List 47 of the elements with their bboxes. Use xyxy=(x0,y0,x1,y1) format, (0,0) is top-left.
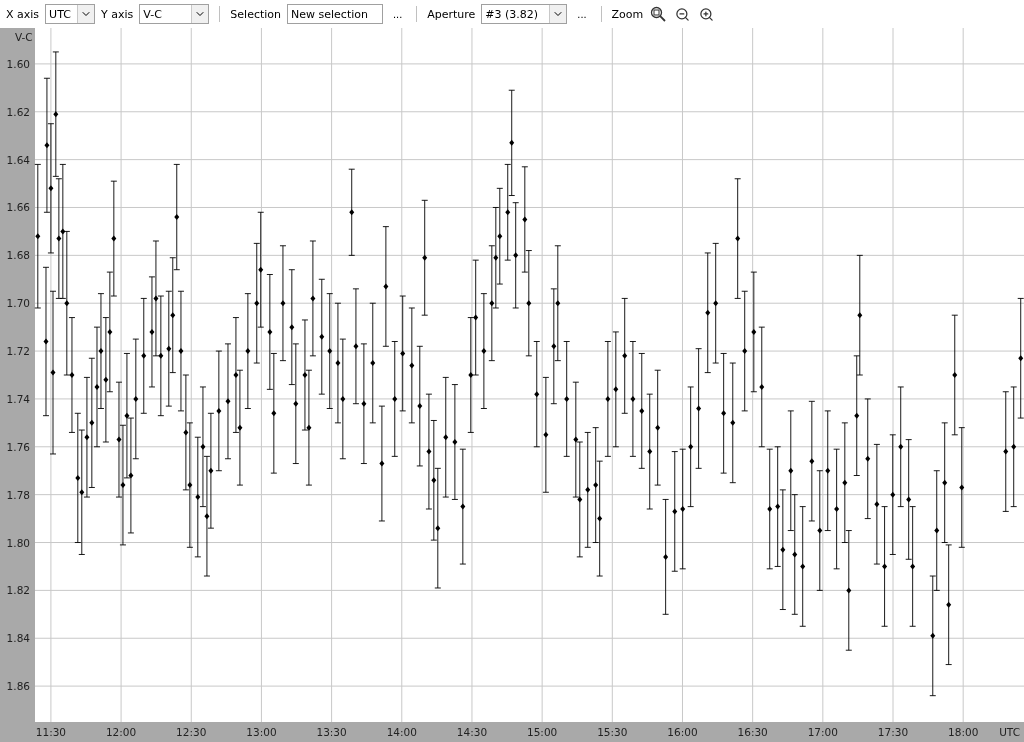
x-tick-label: 13:00 xyxy=(246,726,277,738)
y-axis-label: Y axis xyxy=(101,7,134,21)
x-tick-label: 18:00 xyxy=(948,726,979,738)
x-tick-label: 14:00 xyxy=(386,726,417,738)
y-tick-label: 1.78 xyxy=(6,488,30,501)
y-tick-label: 1.60 xyxy=(6,57,30,70)
selection-field[interactable]: New selection xyxy=(287,4,384,24)
x-tick-label: 16:00 xyxy=(667,726,698,738)
zoom-fit-icon xyxy=(650,6,667,22)
x-axis-title: UTC xyxy=(999,726,1020,738)
zoom-fit-button[interactable] xyxy=(649,5,668,23)
zoom-label: Zoom xyxy=(611,7,644,21)
y-tick-label: 1.66 xyxy=(6,201,30,214)
y-tick-label: 1.80 xyxy=(6,536,30,549)
aperture-label: Aperture xyxy=(427,7,476,21)
aperture-more-button[interactable]: ... xyxy=(573,8,591,20)
y-tick-label: 1.68 xyxy=(6,249,30,262)
x-tick-label: 17:30 xyxy=(877,726,909,738)
y-axis-title: V-C xyxy=(15,31,33,43)
y-tick-label: 1.86 xyxy=(6,680,30,693)
x-axis-label: X axis xyxy=(6,7,40,21)
zoom-in-icon xyxy=(698,6,714,22)
x-tick-label: 14:30 xyxy=(456,726,488,738)
x-tick-label: 15:30 xyxy=(597,726,628,738)
x-tick-label: 13:30 xyxy=(316,726,347,738)
aperture-dropdown[interactable]: #3 (3.82) xyxy=(481,4,568,24)
y-tick-label: 1.70 xyxy=(6,297,30,310)
y-tick-label: 1.64 xyxy=(6,153,30,166)
x-tick-label: 17:00 xyxy=(807,726,838,738)
y-tick-label: 1.84 xyxy=(6,632,30,645)
x-tick-label: 12:30 xyxy=(176,726,207,738)
zoom-out-icon xyxy=(674,6,690,22)
y-tick-label: 1.82 xyxy=(6,584,30,597)
y-tick-label: 1.76 xyxy=(6,440,30,453)
selection-more-button[interactable]: ... xyxy=(389,8,407,20)
selection-label: Selection xyxy=(230,7,282,21)
y-tick-label: 1.72 xyxy=(6,345,30,358)
x-tick-label: 12:00 xyxy=(105,726,137,738)
y-tick-label: 1.74 xyxy=(6,392,30,405)
x-tick-label: 11:30 xyxy=(35,726,67,738)
zoom-out-button[interactable] xyxy=(673,5,692,23)
x-axis-dropdown[interactable]: UTC xyxy=(45,4,96,24)
zoom-in-button[interactable] xyxy=(697,5,716,23)
y-tick-label: 1.62 xyxy=(6,105,30,118)
y-axis-dropdown[interactable]: V-C xyxy=(139,4,210,24)
x-tick-label: 16:30 xyxy=(737,726,768,738)
x-tick-label: 15:00 xyxy=(527,726,558,738)
